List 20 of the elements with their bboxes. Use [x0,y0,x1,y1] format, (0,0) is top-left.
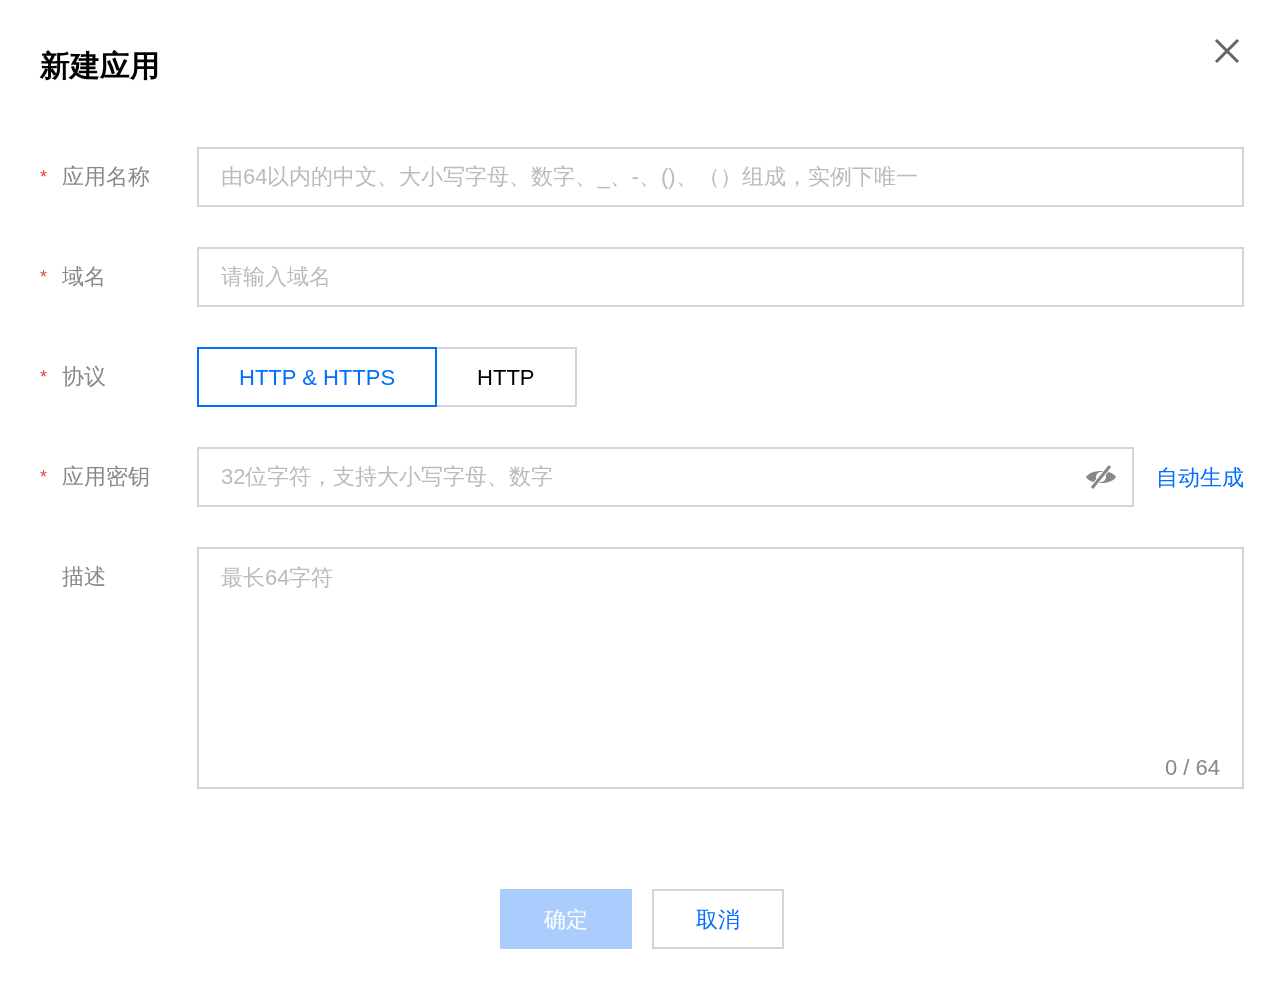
cancel-button[interactable]: 取消 [652,889,784,949]
field-label: 应用名称 [62,163,150,191]
field-label: 描述 [62,563,106,591]
field-label: 域名 [62,263,106,291]
segment-button[interactable]: HTTP & HTTPS [197,347,438,407]
required-mark: * [40,466,48,489]
auto-generate-link[interactable]: 自动生成 [1156,460,1244,494]
char-counter: 0 / 64 [1164,754,1220,782]
input-field[interactable]: 由64以内的中文、大小写字母、数字、_、-、()、（）组成，实例下唯一 [197,147,1244,207]
segment-button[interactable]: HTTP [435,347,577,407]
required-mark: * [40,166,48,189]
required-mark: * [40,366,48,389]
input-field[interactable]: 32位字符，支持大小写字母、数字 [197,447,1134,507]
input-field[interactable]: 请输入域名 [197,247,1244,307]
required-mark: * [40,266,48,289]
eye-slash-icon[interactable] [1084,464,1118,490]
field-label: 应用密钥 [62,463,150,491]
field-label: 协议 [62,363,106,391]
close-icon[interactable] [1212,36,1242,66]
dialog-title: 新建应用 [40,48,160,84]
